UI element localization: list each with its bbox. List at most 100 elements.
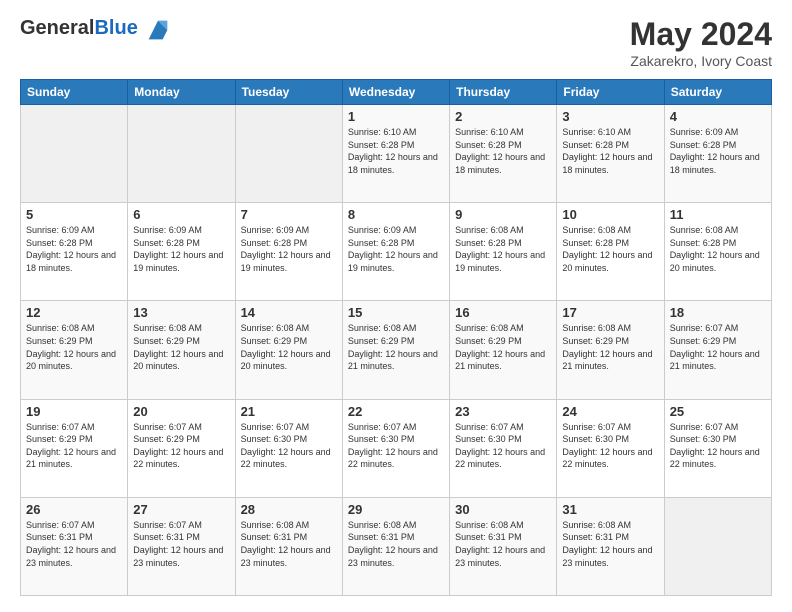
col-tuesday: Tuesday [235, 80, 342, 105]
day-cell: 8 Sunrise: 6:09 AM Sunset: 6:28 PM Daylig… [342, 203, 449, 301]
day-cell: 7 Sunrise: 6:09 AM Sunset: 6:28 PM Daylig… [235, 203, 342, 301]
week-row-1: 1 Sunrise: 6:10 AM Sunset: 6:28 PM Daylig… [21, 105, 772, 203]
day-cell: 29 Sunrise: 6:08 AM Sunset: 6:31 PM Dayli… [342, 497, 449, 595]
col-thursday: Thursday [450, 80, 557, 105]
day-number: 7 [241, 207, 337, 222]
day-info: Sunrise: 6:09 AM Sunset: 6:28 PM Dayligh… [133, 224, 229, 274]
day-info: Sunrise: 6:08 AM Sunset: 6:31 PM Dayligh… [348, 519, 444, 569]
day-info: Sunrise: 6:08 AM Sunset: 6:28 PM Dayligh… [562, 224, 658, 274]
day-number: 19 [26, 404, 122, 419]
day-info: Sunrise: 6:08 AM Sunset: 6:28 PM Dayligh… [455, 224, 551, 274]
day-number: 16 [455, 305, 551, 320]
col-wednesday: Wednesday [342, 80, 449, 105]
day-cell: 5 Sunrise: 6:09 AM Sunset: 6:28 PM Daylig… [21, 203, 128, 301]
day-number: 25 [670, 404, 766, 419]
col-saturday: Saturday [664, 80, 771, 105]
day-info: Sunrise: 6:07 AM Sunset: 6:30 PM Dayligh… [670, 421, 766, 471]
day-cell: 19 Sunrise: 6:07 AM Sunset: 6:29 PM Dayli… [21, 399, 128, 497]
day-cell [664, 497, 771, 595]
day-number: 20 [133, 404, 229, 419]
col-friday: Friday [557, 80, 664, 105]
col-monday: Monday [128, 80, 235, 105]
day-number: 22 [348, 404, 444, 419]
day-cell: 2 Sunrise: 6:10 AM Sunset: 6:28 PM Daylig… [450, 105, 557, 203]
day-number: 12 [26, 305, 122, 320]
day-number: 6 [133, 207, 229, 222]
day-number: 23 [455, 404, 551, 419]
day-cell: 31Sunrise: 6:08 AM Sunset: 6:31 PM Dayli… [557, 497, 664, 595]
day-number: 11 [670, 207, 766, 222]
day-cell: 14Sunrise: 6:08 AM Sunset: 6:29 PM Dayli… [235, 301, 342, 399]
day-number: 2 [455, 109, 551, 124]
day-info: Sunrise: 6:08 AM Sunset: 6:28 PM Dayligh… [670, 224, 766, 274]
day-info: Sunrise: 6:07 AM Sunset: 6:30 PM Dayligh… [455, 421, 551, 471]
day-cell: 21 Sunrise: 6:07 AM Sunset: 6:30 PM Dayli… [235, 399, 342, 497]
day-cell: 15Sunrise: 6:08 AM Sunset: 6:29 PM Dayli… [342, 301, 449, 399]
day-info: Sunrise: 6:07 AM Sunset: 6:29 PM Dayligh… [26, 421, 122, 471]
day-info: Sunrise: 6:07 AM Sunset: 6:30 PM Dayligh… [241, 421, 337, 471]
calendar-body: 1 Sunrise: 6:10 AM Sunset: 6:28 PM Daylig… [21, 105, 772, 596]
day-cell [128, 105, 235, 203]
logo-general: General [20, 17, 94, 39]
day-cell: 28Sunrise: 6:08 AM Sunset: 6:31 PM Dayli… [235, 497, 342, 595]
day-info: Sunrise: 6:08 AM Sunset: 6:31 PM Dayligh… [241, 519, 337, 569]
day-cell: 17 Sunrise: 6:08 AM Sunset: 6:29 PM Dayli… [557, 301, 664, 399]
day-number: 24 [562, 404, 658, 419]
day-cell: 6 Sunrise: 6:09 AM Sunset: 6:28 PM Daylig… [128, 203, 235, 301]
day-number: 15 [348, 305, 444, 320]
day-number: 13 [133, 305, 229, 320]
day-cell: 9 Sunrise: 6:08 AM Sunset: 6:28 PM Daylig… [450, 203, 557, 301]
week-row-5: 26 Sunrise: 6:07 AM Sunset: 6:31 PM Dayli… [21, 497, 772, 595]
day-number: 21 [241, 404, 337, 419]
week-row-4: 19 Sunrise: 6:07 AM Sunset: 6:29 PM Dayli… [21, 399, 772, 497]
logo-text: GeneralBlue [20, 16, 172, 44]
day-info: Sunrise: 6:09 AM Sunset: 6:28 PM Dayligh… [670, 126, 766, 176]
day-cell: 13Sunrise: 6:08 AM Sunset: 6:29 PM Dayli… [128, 301, 235, 399]
day-number: 27 [133, 502, 229, 517]
day-info: Sunrise: 6:07 AM Sunset: 6:30 PM Dayligh… [562, 421, 658, 471]
logo: GeneralBlue [20, 16, 172, 44]
day-number: 8 [348, 207, 444, 222]
col-sunday: Sunday [21, 80, 128, 105]
logo-icon [144, 16, 172, 44]
day-cell: 26 Sunrise: 6:07 AM Sunset: 6:31 PM Dayli… [21, 497, 128, 595]
day-info: Sunrise: 6:09 AM Sunset: 6:28 PM Dayligh… [241, 224, 337, 274]
day-number: 10 [562, 207, 658, 222]
day-number: 9 [455, 207, 551, 222]
day-cell: 30Sunrise: 6:08 AM Sunset: 6:31 PM Dayli… [450, 497, 557, 595]
title-block: May 2024 Zakarekro, Ivory Coast [630, 16, 772, 69]
day-info: Sunrise: 6:07 AM Sunset: 6:29 PM Dayligh… [133, 421, 229, 471]
logo-blue: Blue [94, 17, 137, 39]
day-number: 1 [348, 109, 444, 124]
day-cell [235, 105, 342, 203]
day-number: 5 [26, 207, 122, 222]
day-number: 4 [670, 109, 766, 124]
subtitle: Zakarekro, Ivory Coast [630, 53, 772, 69]
day-cell: 20 Sunrise: 6:07 AM Sunset: 6:29 PM Dayli… [128, 399, 235, 497]
day-number: 3 [562, 109, 658, 124]
day-info: Sunrise: 6:09 AM Sunset: 6:28 PM Dayligh… [348, 224, 444, 274]
day-cell: 18Sunrise: 6:07 AM Sunset: 6:29 PM Dayli… [664, 301, 771, 399]
day-number: 26 [26, 502, 122, 517]
main-title: May 2024 [630, 16, 772, 53]
day-number: 14 [241, 305, 337, 320]
day-cell: 24 Sunrise: 6:07 AM Sunset: 6:30 PM Dayli… [557, 399, 664, 497]
day-info: Sunrise: 6:09 AM Sunset: 6:28 PM Dayligh… [26, 224, 122, 274]
day-cell: 12Sunrise: 6:08 AM Sunset: 6:29 PM Dayli… [21, 301, 128, 399]
day-info: Sunrise: 6:08 AM Sunset: 6:31 PM Dayligh… [455, 519, 551, 569]
day-info: Sunrise: 6:10 AM Sunset: 6:28 PM Dayligh… [562, 126, 658, 176]
header-row: Sunday Monday Tuesday Wednesday Thursday… [21, 80, 772, 105]
day-number: 18 [670, 305, 766, 320]
day-cell: 4 Sunrise: 6:09 AM Sunset: 6:28 PM Daylig… [664, 105, 771, 203]
day-cell: 25 Sunrise: 6:07 AM Sunset: 6:30 PM Dayli… [664, 399, 771, 497]
day-info: Sunrise: 6:08 AM Sunset: 6:29 PM Dayligh… [562, 322, 658, 372]
day-info: Sunrise: 6:08 AM Sunset: 6:29 PM Dayligh… [455, 322, 551, 372]
day-cell: 1Sunrise: 6:10 AM Sunset: 6:28 PM Daylig… [342, 105, 449, 203]
day-number: 29 [348, 502, 444, 517]
page: GeneralBlue May 2024 Zakarekro, Ivory Co… [0, 0, 792, 612]
day-number: 17 [562, 305, 658, 320]
calendar-table: Sunday Monday Tuesday Wednesday Thursday… [20, 79, 772, 596]
day-info: Sunrise: 6:07 AM Sunset: 6:31 PM Dayligh… [26, 519, 122, 569]
day-info: Sunrise: 6:10 AM Sunset: 6:28 PM Dayligh… [455, 126, 551, 176]
week-row-2: 5 Sunrise: 6:09 AM Sunset: 6:28 PM Daylig… [21, 203, 772, 301]
